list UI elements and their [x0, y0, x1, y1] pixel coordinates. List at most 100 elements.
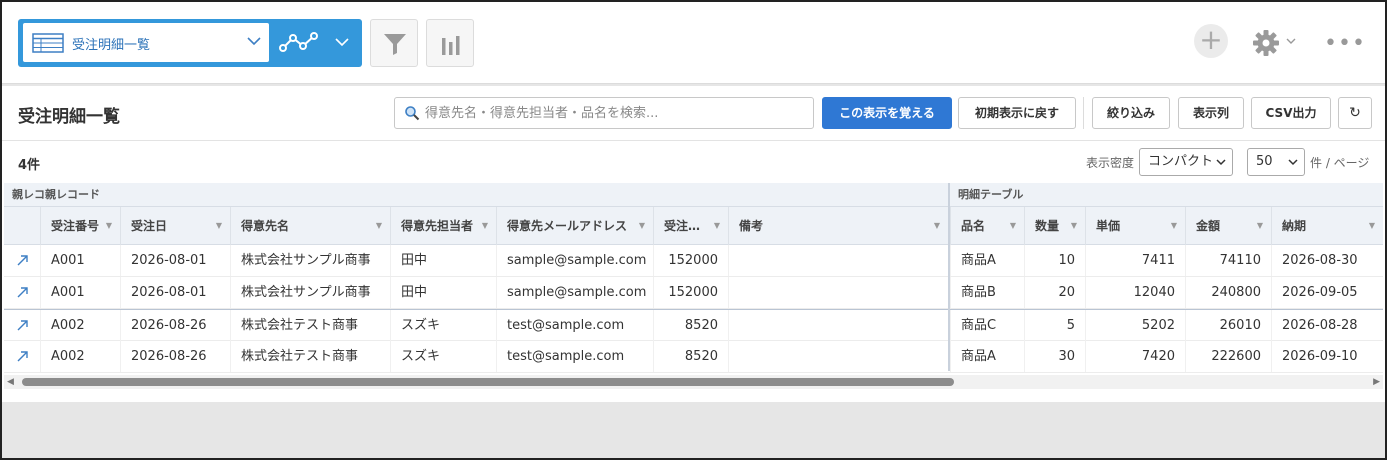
cell-order-no: A002 — [40, 341, 120, 372]
cell-customer: 株式会社サンプル商事 — [230, 245, 390, 276]
open-record-icon[interactable] — [16, 285, 30, 299]
column-header-label: 受注… — [664, 219, 701, 233]
density-value: コンパクト — [1148, 154, 1214, 169]
cell-due: 2026-09-10 — [1271, 341, 1383, 372]
cell-contact: スズキ — [390, 341, 496, 372]
chevron-down-icon[interactable] — [1286, 37, 1296, 45]
table-row[interactable]: A001 2026-08-01 株式会社サンプル商事 田中 sample@sam… — [4, 245, 1383, 277]
table-row[interactable]: A001 2026-08-01 株式会社サンプル商事 田中 sample@sam… — [4, 277, 1383, 309]
cell-due: 2026-08-28 — [1271, 310, 1383, 341]
cell-amount: 152000 — [653, 245, 728, 276]
data-grid: 親レコ​親レコード 明細テーブル 受注番号 ▼ 受注日 ▼ 得意先名 ▼ 得意先担当者… — [4, 183, 1383, 393]
column-header[interactable]: 得意先メールアドレス ▼ — [496, 207, 653, 245]
more-options-icon[interactable]: ••• — [1324, 31, 1366, 56]
cell-note — [728, 310, 948, 341]
scrollbar-thumb[interactable] — [22, 378, 954, 386]
column-header-label: 納期 — [1282, 219, 1307, 233]
cell-unit-price: 5202 — [1085, 310, 1185, 341]
add-record-button[interactable]: + — [1194, 24, 1228, 58]
column-header-label: 受注番号 — [51, 219, 100, 233]
search-box[interactable] — [394, 97, 814, 129]
cell-unit-price: 7411 — [1085, 245, 1185, 276]
column-header[interactable]: 受注番号 ▼ — [40, 207, 120, 245]
sort-icon[interactable]: ▼ — [1171, 207, 1177, 245]
column-header[interactable]: 金額 ▼ — [1185, 207, 1271, 245]
view-selector[interactable]: 受注明細一覧 — [18, 19, 362, 67]
gear-icon[interactable] — [1252, 29, 1280, 57]
reset-view-button[interactable]: 初期表示に戻す — [958, 97, 1076, 129]
table-row[interactable]: A002 2026-08-26 株式会社テスト商事 スズキ test@sampl… — [4, 341, 1383, 373]
filter-text-button[interactable]: 絞り込み — [1092, 97, 1170, 129]
cell-item: 商品B — [950, 277, 1024, 308]
sort-icon[interactable]: ▼ — [1369, 207, 1375, 245]
plus-icon: + — [1199, 23, 1223, 56]
sort-icon[interactable]: ▼ — [639, 207, 645, 245]
sort-icon[interactable]: ▼ — [1257, 207, 1263, 245]
page-size-select[interactable]: 50 — [1247, 148, 1305, 176]
sort-icon[interactable]: ▼ — [106, 207, 112, 245]
cell-item: 商品C — [950, 310, 1024, 341]
top-toolbar: 受注明細一覧 + ••• — [2, 2, 1385, 84]
grid-header: 親レコ​親レコード 明細テーブル 受注番号 ▼ 受注日 ▼ 得意先名 ▼ 得意先担当者… — [4, 183, 1383, 245]
table-row[interactable]: A002 2026-08-26 株式会社テスト商事 スズキ test@sampl… — [4, 309, 1383, 341]
chevron-down-icon[interactable] — [335, 37, 349, 47]
refresh-button[interactable]: ↻ — [1338, 97, 1372, 129]
scroll-left-icon[interactable]: ◀ — [7, 377, 14, 387]
density-select[interactable]: コンパクト — [1139, 148, 1233, 176]
cell-qty: 20 — [1024, 277, 1085, 308]
column-header[interactable]: 受注日 ▼ — [120, 207, 230, 245]
scroll-right-icon[interactable]: ▶ — [1373, 377, 1380, 387]
cell-order-date: 2026-08-01 — [120, 277, 230, 308]
sort-icon[interactable]: ▼ — [1071, 207, 1077, 245]
density-label: 表示密度 — [1086, 156, 1135, 170]
table-icon — [32, 33, 64, 53]
column-header-link — [4, 207, 40, 245]
cell-unit-price: 12040 — [1085, 277, 1185, 308]
frozen-column-divider — [948, 183, 950, 371]
cell-order-no: A001 — [40, 245, 120, 276]
column-header-label: 得意先名 — [241, 219, 290, 233]
column-header[interactable]: 受注… ▼ — [653, 207, 728, 245]
column-header-label: 受注日 — [131, 219, 168, 233]
open-record-icon[interactable] — [16, 349, 30, 363]
cell-total: 74110 — [1185, 245, 1271, 276]
column-header[interactable]: 品名 ▼ — [950, 207, 1024, 245]
save-view-button[interactable]: この表示を覚える — [822, 97, 952, 129]
cell-total: 240800 — [1185, 277, 1271, 308]
view-dropdown[interactable]: 受注明細一覧 — [23, 23, 269, 62]
page-title: 受注明細一覧 — [18, 107, 120, 127]
horizontal-scrollbar[interactable]: ◀ ▶ — [4, 375, 1383, 389]
page-size-value: 50 — [1256, 154, 1273, 169]
sort-icon[interactable]: ▼ — [376, 207, 382, 245]
cell-amount: 152000 — [653, 277, 728, 308]
column-header[interactable]: 単価 ▼ — [1085, 207, 1185, 245]
divider — [1083, 97, 1084, 129]
column-header[interactable]: 数量 ▼ — [1024, 207, 1085, 245]
column-header-label: 単価 — [1096, 219, 1121, 233]
cell-total: 222600 — [1185, 341, 1271, 372]
csv-export-button[interactable]: CSV出力 — [1251, 97, 1331, 129]
column-header[interactable]: 備考 ▼ — [728, 207, 948, 245]
column-header[interactable]: 納期 ▼ — [1271, 207, 1383, 245]
open-record-icon[interactable] — [16, 253, 30, 267]
graph-button[interactable] — [426, 19, 474, 67]
column-header[interactable]: 得意先名 ▼ — [230, 207, 390, 245]
search-input[interactable] — [425, 104, 805, 122]
column-header-label: 金額 — [1196, 219, 1221, 233]
columns-button[interactable]: 表示列 — [1178, 97, 1244, 129]
filter-button[interactable] — [370, 19, 418, 67]
sort-icon[interactable]: ▼ — [714, 207, 720, 245]
sort-icon[interactable]: ▼ — [1010, 207, 1016, 245]
column-header-label: 得意先メールアドレス — [507, 219, 628, 233]
cell-customer: 株式会社テスト商事 — [230, 310, 390, 341]
open-record-icon[interactable] — [16, 318, 30, 332]
sort-icon[interactable]: ▼ — [482, 207, 488, 245]
cell-order-no: A002 — [40, 310, 120, 341]
divider — [2, 140, 1385, 141]
cell-contact: スズキ — [390, 310, 496, 341]
graph-icon[interactable] — [279, 31, 319, 55]
column-header[interactable]: 得意先担当者 ▼ — [390, 207, 496, 245]
view-name: 受注明細一覧 — [72, 38, 151, 53]
sort-icon[interactable]: ▼ — [934, 207, 940, 245]
sort-icon[interactable]: ▼ — [216, 207, 222, 245]
